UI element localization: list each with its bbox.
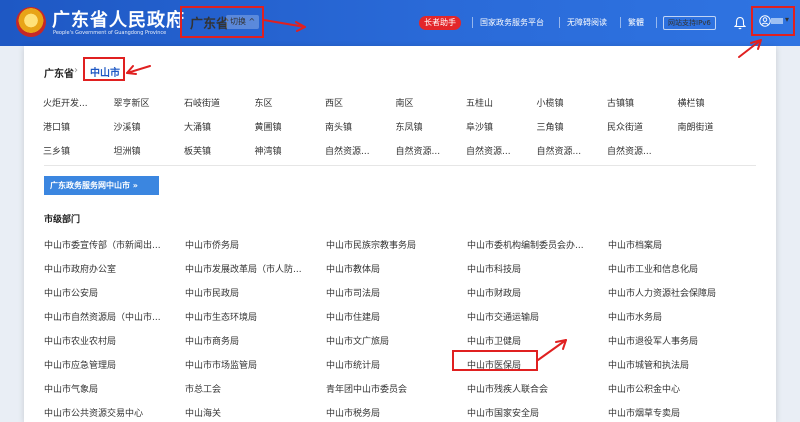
town-link[interactable]: 板芙镇 xyxy=(184,144,211,157)
department-link[interactable]: 中山市委机构编制委员会办... xyxy=(467,238,584,251)
nav-divider xyxy=(472,17,473,28)
department-link[interactable]: 中山市人力资源社会保障局 xyxy=(608,286,716,299)
department-link[interactable]: 中山市市场监管局 xyxy=(185,358,257,371)
department-link[interactable]: 中山市住建局 xyxy=(326,310,380,323)
ipv6-badge: 网站支持IPv6 xyxy=(663,16,716,30)
department-link[interactable]: 中山市退役军人事务局 xyxy=(608,334,698,347)
department-link[interactable]: 中山市农业农村局 xyxy=(44,334,116,347)
town-link[interactable]: 火炬开发... xyxy=(43,96,88,109)
department-link[interactable]: 中山市文广旅局 xyxy=(326,334,389,347)
nav-divider xyxy=(620,17,621,28)
department-link[interactable]: 中山市城管和执法局 xyxy=(608,358,689,371)
town-link[interactable]: 港口镇 xyxy=(43,120,70,133)
town-link[interactable]: 小榄镇 xyxy=(537,96,564,109)
town-link[interactable]: 石岐街道 xyxy=(184,96,220,109)
breadcrumb-separator: › xyxy=(74,65,78,76)
town-link[interactable]: 三乡镇 xyxy=(43,144,70,157)
town-link[interactable]: 古镇镇 xyxy=(607,96,634,109)
department-link[interactable]: 中山市烟草专卖局 xyxy=(608,406,680,419)
town-link[interactable]: 自然资源... xyxy=(396,144,441,157)
department-link[interactable]: 中山市档案局 xyxy=(608,238,662,251)
service-portal-banner[interactable]: 广东政务服务网中山市 » xyxy=(44,176,159,195)
town-link[interactable]: 三角镇 xyxy=(537,120,564,133)
town-link[interactable]: 阜沙镇 xyxy=(466,120,493,133)
department-link[interactable]: 市总工会 xyxy=(185,382,221,395)
department-link[interactable]: 中山市财政局 xyxy=(467,286,521,299)
department-link[interactable]: 中山市民族宗教事务局 xyxy=(326,238,416,251)
town-link[interactable]: 南区 xyxy=(396,96,414,109)
department-link[interactable]: 中山市委宣传部（市新闻出... xyxy=(44,238,161,251)
town-link[interactable]: 民众街道 xyxy=(607,120,643,133)
town-link[interactable]: 自然资源... xyxy=(537,144,582,157)
department-link[interactable]: 中山市残疾人联合会 xyxy=(467,382,548,395)
town-link[interactable]: 南朗街道 xyxy=(678,120,714,133)
site-subtitle: People's Government of Guangdong Provinc… xyxy=(53,30,167,36)
department-link[interactable]: 中山市公安局 xyxy=(44,286,98,299)
town-link[interactable]: 神湾镇 xyxy=(255,144,282,157)
town-link[interactable]: 沙溪镇 xyxy=(114,120,141,133)
department-link[interactable]: 中山市国家安全局 xyxy=(467,406,539,419)
department-link[interactable]: 中山海关 xyxy=(185,406,221,419)
department-link[interactable]: 中山市商务局 xyxy=(185,334,239,347)
chevron-down-icon[interactable]: ▾ xyxy=(785,15,789,24)
breadcrumb-province[interactable]: 广东省 xyxy=(44,65,74,80)
nav-link-national-platform[interactable]: 国家政务服务平台 xyxy=(480,17,544,28)
department-link[interactable]: 中山市公共资源交易中心 xyxy=(44,406,143,419)
nav-link-accessibility[interactable]: 无障碍阅读 xyxy=(567,17,607,28)
site-title[interactable]: 广东省人民政府 xyxy=(52,6,185,32)
town-link[interactable]: 东凤镇 xyxy=(396,120,423,133)
department-link[interactable]: 中山市司法局 xyxy=(326,286,380,299)
town-link[interactable]: 大涌镇 xyxy=(184,120,211,133)
town-link[interactable]: 自然资源... xyxy=(466,144,511,157)
department-link[interactable]: 中山市自然资源局（中山市... xyxy=(44,310,161,323)
current-region: 广东省 xyxy=(190,17,230,32)
town-link[interactable]: 五桂山 xyxy=(466,96,493,109)
department-link[interactable]: 中山市教体局 xyxy=(326,262,380,275)
department-link[interactable]: 中山市水务局 xyxy=(608,310,662,323)
department-link[interactable]: 中山市政府办公室 xyxy=(44,262,116,275)
town-link[interactable]: 西区 xyxy=(325,96,343,109)
town-link[interactable]: 自然资源... xyxy=(607,144,652,157)
department-link[interactable]: 中山市发展改革局（市人防... xyxy=(185,262,302,275)
town-link[interactable]: 自然资源... xyxy=(325,144,370,157)
town-link[interactable]: 坦洲镇 xyxy=(114,144,141,157)
town-link[interactable]: 横栏镇 xyxy=(678,96,705,109)
nav-link-traditional-chinese[interactable]: 繁體 xyxy=(628,17,644,28)
department-link[interactable]: 中山市交通运输局 xyxy=(467,310,539,323)
department-link[interactable]: 中山市应急管理局 xyxy=(44,358,116,371)
bell-icon[interactable] xyxy=(734,16,746,30)
town-link[interactable]: 南头镇 xyxy=(325,120,352,133)
nav-divider xyxy=(559,17,560,28)
town-link[interactable]: 翠亨新区 xyxy=(114,96,150,109)
department-link[interactable]: 中山市统计局 xyxy=(326,358,380,371)
breadcrumb-city[interactable]: 中山市 xyxy=(90,64,120,79)
department-link[interactable]: 中山市税务局 xyxy=(326,406,380,419)
department-link[interactable]: 中山市卫健局 xyxy=(467,334,521,347)
medical-insurance-highlight-box xyxy=(452,350,538,371)
nav-divider xyxy=(656,17,657,28)
user-icon[interactable] xyxy=(759,15,771,27)
department-link[interactable]: 中山市科技局 xyxy=(467,262,521,275)
department-link[interactable]: 中山市工业和信息化局 xyxy=(608,262,698,275)
department-link[interactable]: 中山市侨务局 xyxy=(185,238,239,251)
masked-username xyxy=(771,18,783,24)
department-link[interactable]: 中山市民政局 xyxy=(185,286,239,299)
department-link[interactable]: 中山市公积金中心 xyxy=(608,382,680,395)
town-link[interactable]: 东区 xyxy=(255,96,273,109)
elder-assistant-button[interactable]: 长者助手 xyxy=(419,16,461,30)
department-link[interactable]: 青年团中山市委员会 xyxy=(326,382,407,395)
town-link[interactable]: 黄圃镇 xyxy=(255,120,282,133)
municipal-departments-title: 市级部门 xyxy=(44,215,81,225)
department-link[interactable]: 中山市气象局 xyxy=(44,382,98,395)
section-divider xyxy=(44,165,756,166)
national-emblem-icon[interactable] xyxy=(16,7,46,37)
department-link[interactable]: 中山市生态环境局 xyxy=(185,310,257,323)
region-switch-button[interactable]: 切换 ^ xyxy=(226,15,260,29)
